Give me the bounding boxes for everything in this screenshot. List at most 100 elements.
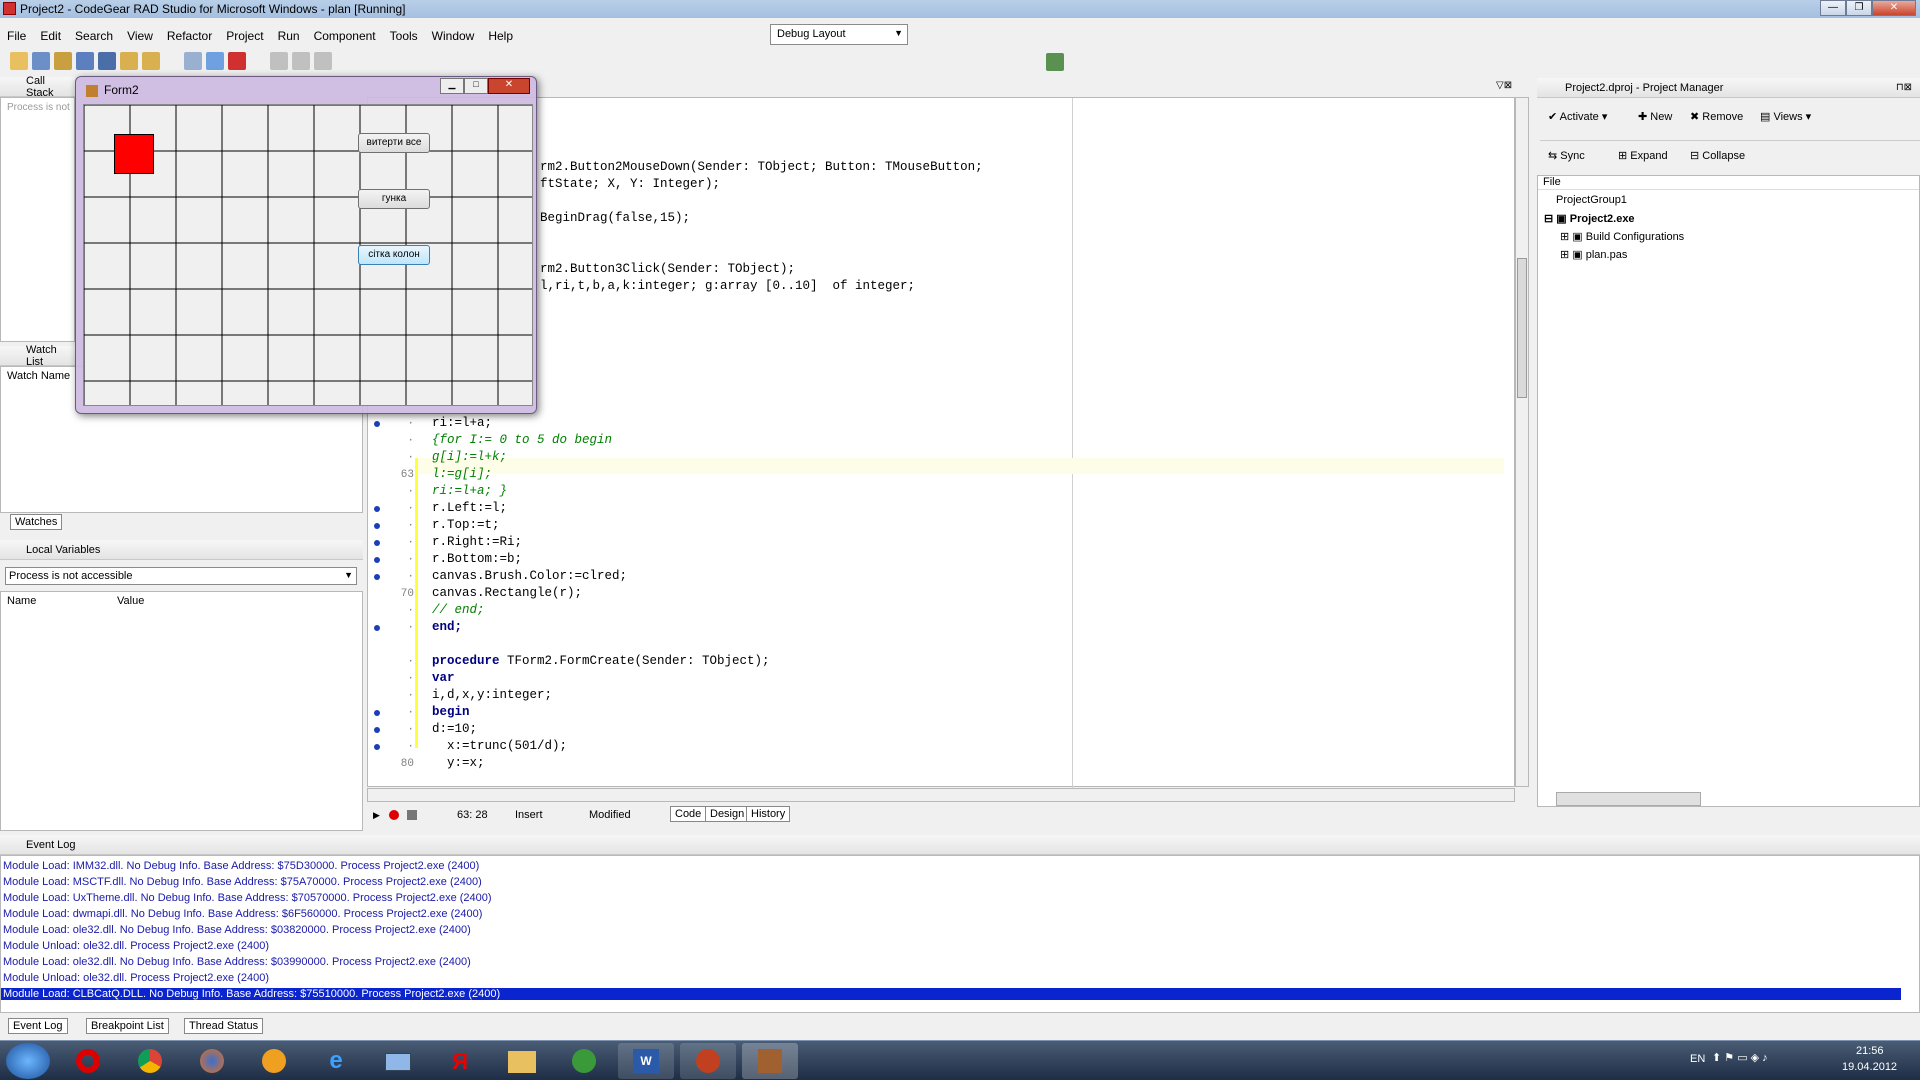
ie-icon[interactable]: e bbox=[308, 1043, 364, 1079]
tab-code[interactable]: Code bbox=[670, 806, 707, 822]
local-vars-dropdown[interactable]: Process is not accessible ▼ bbox=[5, 567, 357, 585]
breakpoint-dot[interactable] bbox=[374, 523, 380, 529]
gunka-button[interactable]: гунка bbox=[358, 189, 430, 209]
close-button[interactable]: ✕ bbox=[1872, 0, 1916, 16]
tab-thread-status[interactable]: Thread Status bbox=[184, 1018, 264, 1034]
form2-close-button[interactable]: ✕ bbox=[488, 78, 530, 94]
menu-tools[interactable]: Tools bbox=[383, 29, 425, 43]
start-button[interactable] bbox=[6, 1043, 50, 1079]
collapse-button[interactable]: ⊟ Collapse bbox=[1690, 149, 1745, 162]
event-log-row[interactable]: Module Unload: ole32.dll. Process Projec… bbox=[3, 972, 269, 984]
record-icon[interactable] bbox=[389, 810, 399, 820]
breakpoint-dot[interactable] bbox=[374, 421, 380, 427]
expand-button[interactable]: ⊞ Expand bbox=[1618, 149, 1668, 162]
form2-maximize-button[interactable]: □ bbox=[464, 78, 488, 94]
minimize-button[interactable]: — bbox=[1820, 0, 1846, 16]
firefox-icon[interactable] bbox=[184, 1043, 240, 1079]
clear-all-button[interactable]: витерти все bbox=[358, 133, 430, 153]
restore-button[interactable]: ❐ bbox=[1846, 0, 1872, 16]
menu-help[interactable]: Help bbox=[481, 29, 520, 43]
watches-tab[interactable]: Watches bbox=[10, 514, 63, 530]
open-project-icon[interactable] bbox=[32, 52, 50, 70]
editor-pin-icon[interactable]: ▽⊠ bbox=[1496, 80, 1512, 91]
breakpoint-dot[interactable] bbox=[374, 557, 380, 563]
tree-build-configurations[interactable]: ⊞ ▣ Build Configurations bbox=[1560, 230, 1684, 243]
delphi-icon[interactable] bbox=[680, 1043, 736, 1079]
breakpoint-dot[interactable] bbox=[374, 540, 380, 546]
clock-date[interactable]: 19.04.2012 bbox=[1842, 1061, 1897, 1073]
save-icon[interactable] bbox=[76, 52, 94, 70]
add-file-icon[interactable] bbox=[120, 52, 138, 70]
tree-plan-pas[interactable]: ⊞ ▣ plan.pas bbox=[1560, 248, 1627, 261]
chrome-icon[interactable] bbox=[122, 1043, 178, 1079]
breakpoint-dot[interactable] bbox=[374, 727, 380, 733]
scrollbar-thumb[interactable] bbox=[1517, 258, 1527, 398]
save-all-icon[interactable] bbox=[98, 52, 116, 70]
aimp-icon[interactable] bbox=[246, 1043, 302, 1079]
menu-component[interactable]: Component bbox=[307, 29, 383, 43]
grid-columns-button[interactable]: сітка колон bbox=[358, 245, 430, 265]
new-icon[interactable] bbox=[10, 52, 28, 70]
remove-file-icon[interactable] bbox=[142, 52, 160, 70]
open-icon[interactable] bbox=[54, 52, 72, 70]
form2-minimize-button[interactable]: ▁ bbox=[440, 78, 464, 94]
event-log-row[interactable]: Module Load: MSCTF.dll. No Debug Info. B… bbox=[3, 876, 482, 888]
utorrent-icon[interactable] bbox=[556, 1043, 612, 1079]
menu-refactor[interactable]: Refactor bbox=[160, 29, 219, 43]
mail-icon[interactable] bbox=[370, 1043, 426, 1079]
menu-project[interactable]: Project bbox=[219, 29, 270, 43]
event-log-row[interactable]: Module Load: dwmapi.dll. No Debug Info. … bbox=[3, 908, 482, 920]
menu-view[interactable]: View bbox=[120, 29, 160, 43]
tab-breakpoint-list[interactable]: Breakpoint List bbox=[86, 1018, 169, 1034]
language-indicator[interactable]: EN bbox=[1690, 1053, 1705, 1065]
tree-project2-exe[interactable]: ⊟ ▣ Project2.exe bbox=[1544, 212, 1635, 225]
tray-icons[interactable]: ⬆ ⚑ ▭ ◈ ♪ bbox=[1712, 1051, 1768, 1064]
stop-macro-icon[interactable] bbox=[407, 810, 417, 820]
menu-edit[interactable]: Edit bbox=[33, 29, 68, 43]
word-icon[interactable]: W bbox=[618, 1043, 674, 1079]
tab-design[interactable]: Design bbox=[705, 806, 750, 822]
tab-event-log[interactable]: Event Log bbox=[8, 1018, 68, 1034]
event-log-row[interactable]: Module Load: ole32.dll. No Debug Info. B… bbox=[3, 924, 471, 936]
event-log-row[interactable]: Module Load: IMM32.dll. No Debug Info. B… bbox=[3, 860, 479, 872]
run-icon[interactable] bbox=[184, 52, 202, 70]
layout-select[interactable]: Debug Layout ▼ bbox=[770, 24, 908, 45]
editor-hscroll[interactable] bbox=[367, 788, 1515, 802]
sync-button[interactable]: ⇆ Sync bbox=[1548, 149, 1585, 162]
event-log-row[interactable]: Module Unload: ole32.dll. Process Projec… bbox=[3, 940, 269, 952]
pin-icon[interactable]: ⊓⊠ bbox=[1896, 82, 1912, 93]
breakpoint-dot[interactable] bbox=[374, 625, 380, 631]
clock-time[interactable]: 21:56 bbox=[1856, 1045, 1884, 1057]
yandex-icon[interactable]: Я bbox=[432, 1043, 488, 1079]
menu-file[interactable]: File bbox=[0, 29, 33, 43]
form2-window[interactable]: Form2 ▁ □ ✕ витерти все гунка сітка коло… bbox=[75, 76, 537, 414]
views-button[interactable]: ▤ Views ▾ bbox=[1760, 110, 1811, 123]
back-icon[interactable] bbox=[292, 52, 310, 70]
breakpoint-dot[interactable] bbox=[374, 574, 380, 580]
help-icon[interactable] bbox=[1046, 53, 1064, 71]
menu-window[interactable]: Window bbox=[425, 29, 482, 43]
remove-button[interactable]: ✖ Remove bbox=[1690, 110, 1743, 123]
project2-app-icon[interactable] bbox=[742, 1043, 798, 1079]
step-icon[interactable] bbox=[270, 52, 288, 70]
play-icon[interactable]: ▶ bbox=[373, 810, 380, 821]
event-log-row[interactable]: Module Load: CLBCatQ.DLL. No Debug Info.… bbox=[1, 988, 1901, 1000]
tree-hscroll-thumb[interactable] bbox=[1556, 792, 1701, 806]
menu-search[interactable]: Search bbox=[68, 29, 120, 43]
forward-icon[interactable] bbox=[314, 52, 332, 70]
stop-icon[interactable] bbox=[228, 52, 246, 70]
form2-canvas[interactable]: витерти все гунка сітка колон bbox=[83, 104, 533, 406]
new-button[interactable]: ✚ New bbox=[1638, 110, 1672, 123]
menu-run[interactable]: Run bbox=[271, 29, 307, 43]
pause-icon[interactable] bbox=[206, 52, 224, 70]
tab-history[interactable]: History bbox=[746, 806, 791, 822]
activate-button[interactable]: ✔ Activate ▾ bbox=[1548, 110, 1607, 123]
event-log-row[interactable]: Module Load: UxTheme.dll. No Debug Info.… bbox=[3, 892, 492, 904]
breakpoint-dot[interactable] bbox=[374, 710, 380, 716]
event-log-row[interactable]: Module Load: ole32.dll. No Debug Info. B… bbox=[3, 956, 471, 968]
red-square[interactable] bbox=[114, 134, 154, 174]
folder-icon[interactable] bbox=[494, 1043, 550, 1079]
breakpoint-dot[interactable] bbox=[374, 506, 380, 512]
tree-project-group[interactable]: ProjectGroup1 bbox=[1556, 194, 1627, 206]
opera-icon[interactable] bbox=[60, 1043, 116, 1079]
